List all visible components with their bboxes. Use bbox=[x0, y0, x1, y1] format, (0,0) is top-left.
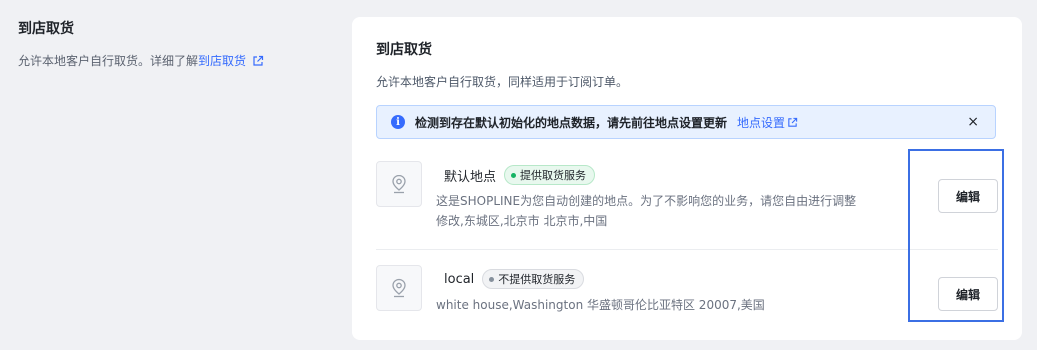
section-info: 到店取货 允许本地客户自行取货。详细了解 到店取货 bbox=[18, 18, 338, 69]
learn-more-link[interactable]: 到店取货 bbox=[198, 52, 246, 69]
location-description: white house,Washington 华盛顿哥伦比亚特区 20007,美… bbox=[436, 295, 936, 315]
status-badge: 提供取货服务 bbox=[504, 165, 596, 185]
section-description: 允许本地客户自行取货。详细了解 到店取货 bbox=[18, 52, 338, 69]
location-description-line: white house,Washington 华盛顿哥伦比亚特区 20007,美… bbox=[436, 298, 765, 312]
alert-link-label[interactable]: 地点设置 bbox=[737, 114, 785, 131]
status-badge: 不提供取货服务 bbox=[482, 269, 585, 289]
external-link-icon[interactable] bbox=[252, 55, 264, 67]
location-pin-icon bbox=[376, 265, 422, 311]
status-dot bbox=[511, 172, 517, 178]
location-description-line: 修改,东城区,北京市 北京市,中国 bbox=[436, 214, 608, 228]
location-name: 默认地点 bbox=[444, 169, 497, 185]
location-description: 这是SHOPLINE为您自动创建的地点。为了不影响您的业务，请您自由进行调整 修… bbox=[436, 191, 936, 231]
external-link-icon[interactable] bbox=[787, 117, 798, 128]
card-description: 允许本地客户自行取货，同样适用于订阅订单。 bbox=[376, 75, 629, 89]
card-title: 到店取货 bbox=[376, 42, 432, 58]
info-icon: i bbox=[391, 115, 405, 129]
status-dot bbox=[489, 276, 495, 282]
location-name: local bbox=[444, 271, 475, 287]
location-description-line: 这是SHOPLINE为您自动创建的地点。为了不影响您的业务，请您自由进行调整 bbox=[436, 194, 857, 208]
section-title: 到店取货 bbox=[18, 21, 74, 37]
divider bbox=[376, 249, 998, 250]
status-badge-label: 提供取货服务 bbox=[520, 169, 587, 182]
highlight-box bbox=[908, 149, 1004, 322]
location-settings-link[interactable]: 地点设置 bbox=[737, 114, 798, 131]
status-badge-label: 不提供取货服务 bbox=[498, 273, 576, 286]
info-alert: i 检测到存在默认初始化的地点数据，请先前往地点设置更新 地点设置 × bbox=[376, 105, 996, 139]
alert-message: 检测到存在默认初始化的地点数据，请先前往地点设置更新 bbox=[415, 115, 728, 130]
close-icon[interactable]: × bbox=[967, 114, 979, 130]
section-description-text: 允许本地客户自行取货。详细了解 bbox=[18, 54, 199, 68]
location-pin-icon bbox=[376, 161, 422, 207]
